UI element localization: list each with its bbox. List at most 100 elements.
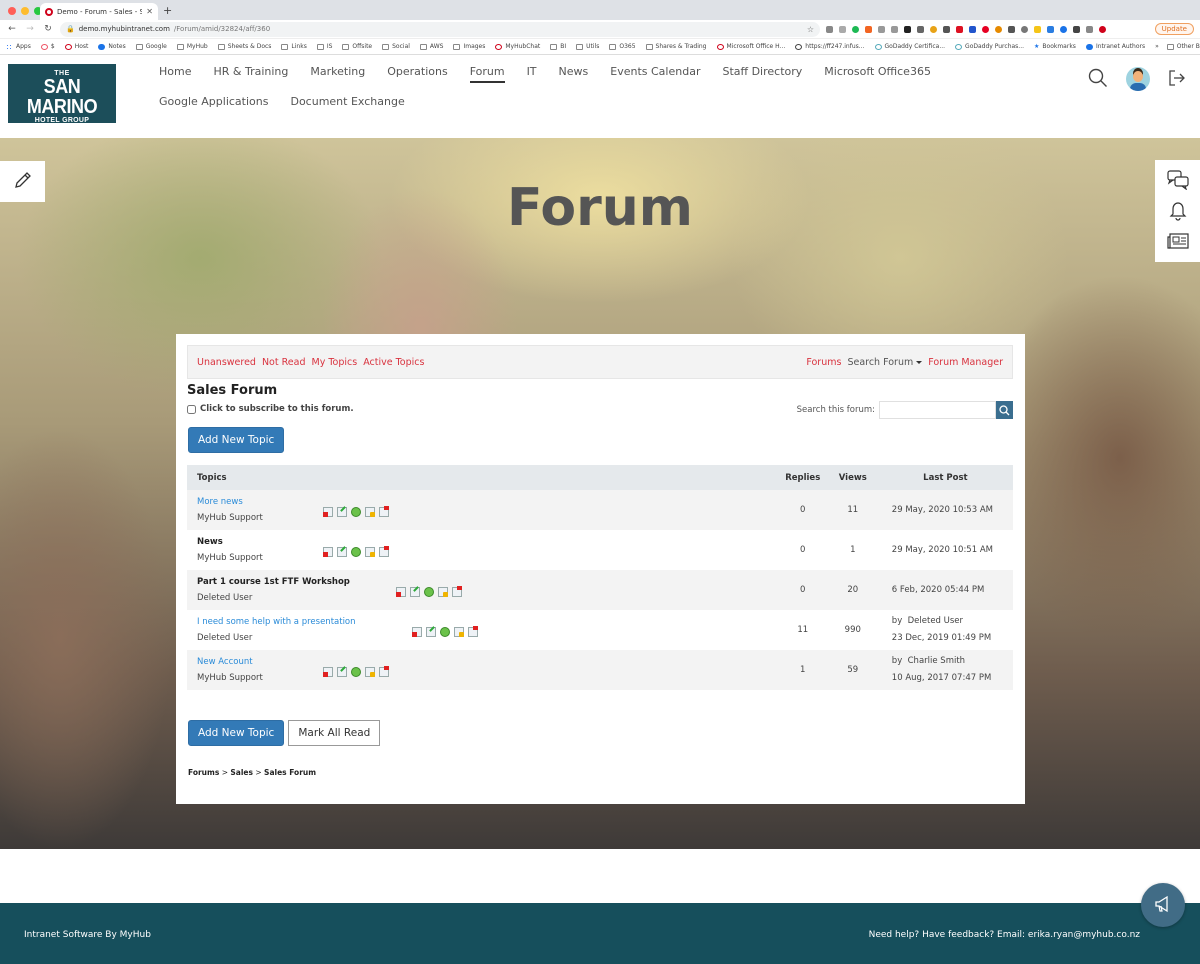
bookmark-folder[interactable]: Shares & Trading <box>645 43 707 50</box>
last-post-by[interactable]: by Deleted User <box>892 613 1013 630</box>
reading-list-icon[interactable] <box>1086 25 1093 33</box>
extension-icon[interactable] <box>904 25 911 33</box>
extensions-puzzle-icon[interactable] <box>1073 25 1080 33</box>
topic-title-link[interactable]: New Account <box>197 657 778 667</box>
nav-events-calendar[interactable]: Events Calendar <box>610 64 700 80</box>
column-topics[interactable]: Topics <box>187 465 778 490</box>
bookmark-folder[interactable]: O365 <box>609 43 636 50</box>
move-topic-icon[interactable] <box>351 547 361 557</box>
bookmark-link[interactable]: GoDaddy Certifica... <box>874 43 945 50</box>
extension-icon[interactable] <box>852 25 859 33</box>
bookmark-apps[interactable]: Apps <box>6 43 31 50</box>
breadcrumb-forums[interactable]: Forums <box>188 768 219 777</box>
extension-icon[interactable] <box>839 25 846 33</box>
bookmark-folder[interactable]: Images <box>453 43 485 50</box>
nav-marketing[interactable]: Marketing <box>310 64 365 80</box>
search-icon[interactable] <box>1088 68 1108 91</box>
last-post-by[interactable]: by Charlie Smith <box>892 653 1013 670</box>
link-not-read[interactable]: Not Read <box>262 357 306 368</box>
forum-search-button[interactable] <box>996 401 1013 419</box>
breadcrumb-sales[interactable]: Sales <box>230 768 253 777</box>
extension-icon[interactable] <box>930 25 937 33</box>
link-my-topics[interactable]: My Topics <box>312 357 358 368</box>
mark-all-read-button[interactable]: Mark All Read <box>288 720 381 746</box>
profile-icon[interactable] <box>1099 25 1106 33</box>
forward-button[interactable]: → <box>24 24 36 34</box>
pin-topic-icon[interactable] <box>379 666 389 677</box>
move-topic-icon[interactable] <box>424 587 434 597</box>
other-bookmarks[interactable]: Other Bookmarks <box>1166 43 1200 50</box>
topic-title-link[interactable]: News <box>197 537 778 547</box>
close-tab-icon[interactable]: ✕ <box>146 7 153 16</box>
add-new-topic-button-bottom[interactable]: Add New Topic <box>188 720 285 746</box>
back-button[interactable]: ← <box>6 24 18 34</box>
nav-home[interactable]: Home <box>159 64 191 80</box>
extension-icon[interactable] <box>891 25 898 33</box>
delete-topic-icon[interactable] <box>323 547 333 557</box>
link-forum-manager[interactable]: Forum Manager <box>928 357 1003 368</box>
pin-topic-icon[interactable] <box>468 626 478 637</box>
link-unanswered[interactable]: Unanswered <box>197 357 256 368</box>
bookmark-folder[interactable]: IS <box>316 43 332 50</box>
nav-google-applications[interactable]: Google Applications <box>159 94 268 110</box>
move-topic-icon[interactable] <box>440 627 450 637</box>
bookmark-myhubchat[interactable]: MyHubChat <box>495 43 540 50</box>
pin-topic-icon[interactable] <box>452 586 462 597</box>
bookmark-dollar[interactable]: $ <box>40 43 55 50</box>
nav-news[interactable]: News <box>559 64 589 80</box>
column-views[interactable]: Views <box>827 465 878 490</box>
pin-topic-icon[interactable] <box>379 546 389 557</box>
bookmark-link[interactable]: https://ff247.infus... <box>795 43 865 50</box>
delete-topic-icon[interactable] <box>323 507 333 517</box>
bookmark-folder[interactable]: BI <box>550 43 566 50</box>
extension-icon[interactable] <box>1060 25 1067 33</box>
extension-icon[interactable] <box>943 25 950 33</box>
bookmark-star-icon[interactable]: ☆ <box>807 25 814 34</box>
edit-topic-icon[interactable] <box>337 667 347 677</box>
extension-icon[interactable] <box>1021 25 1028 33</box>
user-avatar[interactable] <box>1126 67 1150 91</box>
extension-icon[interactable] <box>1047 25 1054 33</box>
site-logo[interactable]: THE SAN MARINO HOTEL GROUP <box>8 64 116 124</box>
nav-microsoft-office365[interactable]: Microsoft Office365 <box>824 64 931 80</box>
footer-help[interactable]: Need help? Have feedback? Email: erika.r… <box>869 930 1140 940</box>
extension-icon[interactable] <box>917 25 924 33</box>
extension-icon[interactable] <box>1008 25 1015 33</box>
new-tab-button[interactable]: + <box>163 4 172 17</box>
edit-topic-icon[interactable] <box>337 507 347 517</box>
add-new-topic-button[interactable]: Add New Topic <box>188 427 285 453</box>
nav-document-exchange[interactable]: Document Exchange <box>290 94 404 110</box>
reload-button[interactable]: ↻ <box>42 24 54 34</box>
bookmark-folder[interactable]: Google <box>135 43 167 50</box>
lock-topic-icon[interactable] <box>365 667 375 677</box>
extension-icon[interactable] <box>995 25 1002 33</box>
search-forum-dropdown[interactable]: Search Forum <box>847 357 923 368</box>
bookmark-bookmarks[interactable]: ★ Bookmarks <box>1034 43 1076 50</box>
lock-topic-icon[interactable] <box>365 547 375 557</box>
forum-search-input[interactable] <box>879 401 996 419</box>
subscribe-checkbox[interactable] <box>187 404 196 414</box>
delete-topic-icon[interactable] <box>323 667 333 677</box>
bookmark-folder[interactable]: Social <box>382 43 410 50</box>
logout-icon[interactable] <box>1168 69 1186 90</box>
move-topic-icon[interactable] <box>351 507 361 517</box>
nav-it[interactable]: IT <box>527 64 537 80</box>
extension-icon[interactable] <box>982 25 989 33</box>
edit-page-button[interactable] <box>0 161 45 202</box>
topic-title-link[interactable]: Part 1 course 1st FTF Workshop <box>197 577 778 587</box>
bookmark-office[interactable]: Microsoft Office H... <box>716 43 785 50</box>
move-topic-icon[interactable] <box>351 667 361 677</box>
pin-topic-icon[interactable] <box>379 506 389 517</box>
edit-topic-icon[interactable] <box>337 547 347 557</box>
edit-topic-icon[interactable] <box>426 627 436 637</box>
bookmarks-overflow-button[interactable]: » <box>1155 43 1159 50</box>
chat-icon[interactable] <box>1166 170 1189 193</box>
extension-icon[interactable] <box>1034 25 1041 33</box>
bookmark-notes[interactable]: Notes <box>98 43 126 50</box>
delete-topic-icon[interactable] <box>412 627 422 637</box>
topic-title-link[interactable]: I need some help with a presentation <box>197 617 778 627</box>
column-last-post[interactable]: Last Post <box>877 465 1013 490</box>
bookmark-folder[interactable]: Sheets & Docs <box>217 43 271 50</box>
lock-topic-icon[interactable] <box>365 507 375 517</box>
lock-topic-icon[interactable] <box>454 627 464 637</box>
